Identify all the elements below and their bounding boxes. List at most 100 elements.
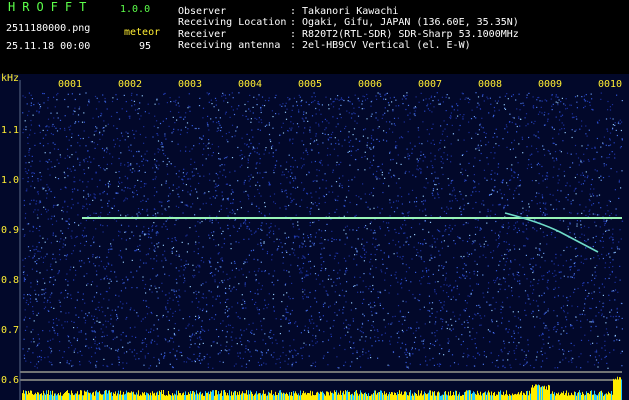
noise-pixel: [158, 358, 160, 360]
noise-pixel: [67, 227, 69, 229]
noise-pixel: [509, 268, 511, 270]
noise-pixel: [419, 308, 421, 311]
noise-pixel: [218, 158, 220, 160]
noise-pixel: [614, 124, 616, 126]
noise-pixel: [260, 239, 262, 241]
noise-pixel: [378, 244, 380, 246]
noise-pixel: [301, 357, 303, 360]
noise-pixel: [29, 203, 31, 205]
noise-pixel: [195, 297, 197, 299]
noise-pixel: [55, 235, 57, 237]
noise-pixel: [126, 110, 128, 112]
noise-pixel: [120, 132, 123, 134]
noise-pixel: [30, 94, 32, 96]
noise-pixel: [406, 148, 408, 150]
noise-pixel: [45, 208, 47, 210]
noise-pixel: [282, 122, 284, 124]
noise-pixel: [261, 122, 263, 124]
noise-pixel: [219, 124, 221, 126]
noise-pixel: [362, 354, 364, 356]
noise-pixel: [612, 259, 614, 261]
noise-pixel: [595, 359, 598, 361]
noise-pixel: [395, 147, 397, 149]
noise-pixel: [301, 182, 303, 184]
noise-pixel: [324, 173, 326, 175]
noise-pixel: [426, 166, 428, 168]
noise-pixel: [239, 317, 241, 319]
noise-pixel: [370, 101, 372, 103]
noise-pixel: [539, 202, 541, 204]
noise-pixel: [511, 95, 513, 97]
noise-pixel: [33, 211, 35, 213]
noise-pixel: [387, 312, 389, 315]
noise-pixel: [459, 163, 461, 165]
noise-pixel: [241, 164, 243, 166]
noise-pixel: [591, 147, 593, 149]
noise-pixel: [171, 132, 173, 134]
noise-pixel: [434, 323, 436, 325]
noise-pixel: [476, 332, 478, 334]
noise-pixel: [341, 187, 343, 189]
noise-pixel: [571, 136, 573, 139]
noise-pixel: [66, 296, 68, 298]
noise-pixel: [261, 354, 263, 356]
noise-pixel: [48, 159, 50, 161]
noise-pixel: [228, 349, 230, 351]
noise-pixel: [527, 350, 530, 352]
noise-pixel: [562, 220, 565, 222]
noise-pixel: [191, 148, 193, 150]
noise-pixel: [256, 328, 258, 330]
noise-pixel: [197, 253, 199, 255]
noise-pixel: [172, 189, 174, 192]
noise-pixel: [390, 285, 392, 287]
noise-pixel: [552, 272, 554, 274]
noise-pixel: [433, 143, 435, 145]
noise-pixel: [381, 334, 383, 336]
noise-pixel: [104, 101, 107, 103]
noise-pixel: [153, 249, 155, 251]
noise-pixel: [388, 255, 390, 257]
noise-pixel: [338, 163, 340, 166]
noise-pixel: [307, 120, 309, 122]
noise-pixel: [304, 240, 306, 242]
noise-pixel: [87, 104, 89, 106]
noise-pixel: [553, 328, 555, 331]
noise-pixel: [468, 162, 470, 164]
noise-pixel: [309, 213, 311, 215]
noise-pixel: [289, 323, 291, 325]
noise-pixel: [589, 355, 591, 357]
noise-pixel: [309, 211, 311, 213]
noise-pixel: [173, 332, 175, 335]
noise-pixel: [606, 128, 608, 130]
noise-pixel: [356, 251, 358, 253]
noise-pixel: [109, 183, 111, 185]
noise-pixel: [508, 243, 510, 245]
noise-pixel: [275, 113, 277, 115]
noise-pixel: [273, 193, 276, 195]
noise-pixel: [573, 277, 575, 279]
noise-pixel: [252, 249, 255, 251]
noise-pixel: [144, 111, 146, 113]
noise-pixel: [529, 364, 532, 367]
noise-pixel: [273, 241, 275, 243]
noise-pixel: [612, 239, 614, 241]
noise-pixel: [552, 103, 554, 105]
noise-pixel: [450, 143, 452, 145]
noise-pixel: [467, 202, 470, 204]
noise-pixel: [148, 233, 150, 235]
noise-pixel: [36, 191, 39, 193]
noise-pixel: [68, 222, 70, 224]
noise-pixel: [92, 256, 94, 258]
noise-pixel: [412, 293, 414, 296]
noise-pixel: [365, 336, 367, 338]
noise-pixel: [331, 237, 333, 239]
noise-pixel: [91, 281, 94, 283]
noise-pixel: [527, 164, 530, 166]
noise-pixel: [90, 346, 93, 348]
noise-pixel: [381, 174, 383, 176]
noise-pixel: [132, 196, 134, 198]
noise-pixel: [260, 242, 262, 244]
noise-pixel: [157, 246, 159, 248]
noise-pixel: [438, 197, 440, 199]
noise-pixel: [446, 94, 448, 96]
